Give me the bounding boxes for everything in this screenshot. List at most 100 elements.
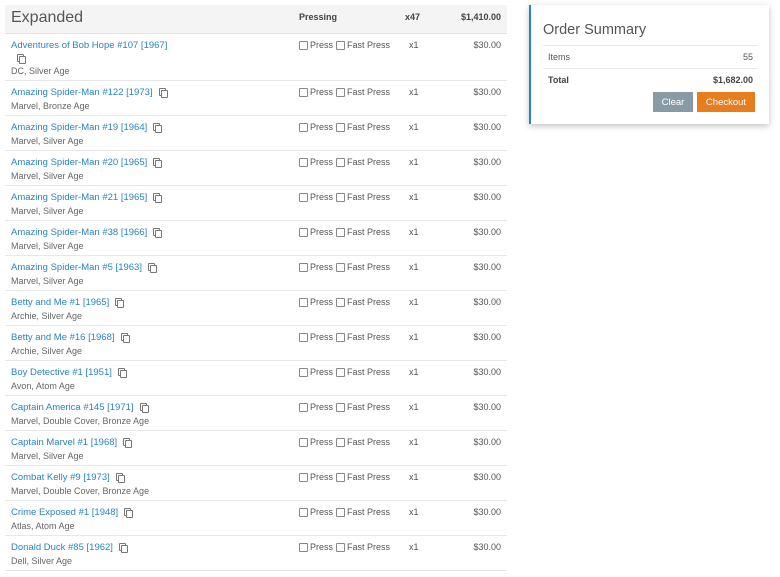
item-title-link[interactable]: Captain America #145 [1971] xyxy=(11,402,149,413)
fast-press-option[interactable]: Fast Press xyxy=(336,367,390,377)
copy-icon[interactable] xyxy=(117,368,127,378)
copy-icon[interactable] xyxy=(124,508,134,518)
press-option[interactable]: Press xyxy=(299,40,333,50)
fast-press-option[interactable]: Fast Press xyxy=(336,192,390,202)
fast-press-checkbox[interactable] xyxy=(336,332,346,342)
press-option[interactable]: Press xyxy=(299,262,333,272)
copy-icon[interactable] xyxy=(118,543,128,553)
press-option[interactable]: Press xyxy=(299,437,333,447)
item-title-link[interactable]: Donald Duck #85 [1962] xyxy=(11,542,128,553)
fast-press-option[interactable]: Fast Press xyxy=(336,402,390,412)
fast-press-option[interactable]: Fast Press xyxy=(336,542,390,552)
fast-press-checkbox[interactable] xyxy=(336,262,346,272)
fast-press-checkbox[interactable] xyxy=(336,192,346,202)
press-option[interactable]: Press xyxy=(299,157,333,167)
fast-press-checkbox[interactable] xyxy=(336,40,346,50)
item-title-link[interactable]: Amazing Spider-Man #21 [1965] xyxy=(11,192,163,203)
press-option[interactable]: Press xyxy=(299,507,333,517)
fast-press-checkbox[interactable] xyxy=(336,87,346,97)
press-checkbox[interactable] xyxy=(299,297,308,307)
copy-icon[interactable] xyxy=(153,123,163,133)
press-checkbox[interactable] xyxy=(299,437,308,447)
press-checkbox[interactable] xyxy=(299,402,308,412)
copy-icon[interactable] xyxy=(139,403,149,413)
press-option[interactable]: Press xyxy=(299,332,333,342)
fast-press-checkbox[interactable] xyxy=(336,367,346,377)
checkout-button[interactable]: Checkout xyxy=(697,92,755,112)
copy-icon[interactable] xyxy=(120,333,130,343)
fast-press-checkbox[interactable] xyxy=(336,227,346,237)
column-header-total: $1,410.00 xyxy=(460,12,501,22)
item-price: $30.00 xyxy=(473,40,501,50)
copy-icon[interactable] xyxy=(115,298,125,308)
press-checkbox[interactable] xyxy=(299,227,308,237)
press-option[interactable]: Press xyxy=(299,192,333,202)
press-checkbox[interactable] xyxy=(299,332,308,342)
press-checkbox[interactable] xyxy=(299,192,308,202)
press-checkbox[interactable] xyxy=(299,507,308,517)
press-checkbox[interactable] xyxy=(299,472,308,482)
press-option[interactable]: Press xyxy=(299,367,333,377)
item-title-link[interactable]: Combat Kelly #9 [1973] xyxy=(11,472,125,483)
press-checkbox[interactable] xyxy=(299,542,308,552)
fast-press-label: Fast Press xyxy=(347,437,391,447)
fast-press-option[interactable]: Fast Press xyxy=(336,472,390,482)
fast-press-checkbox[interactable] xyxy=(336,157,346,167)
fast-press-checkbox[interactable] xyxy=(336,297,346,307)
fast-press-option[interactable]: Fast Press xyxy=(336,157,390,167)
fast-press-option[interactable]: Fast Press xyxy=(336,122,390,132)
fast-press-checkbox[interactable] xyxy=(336,437,346,447)
press-checkbox[interactable] xyxy=(299,157,308,167)
press-option[interactable]: Press xyxy=(299,227,333,237)
press-option[interactable]: Press xyxy=(299,542,333,552)
fast-press-option[interactable]: Fast Press xyxy=(336,507,390,517)
fast-press-checkbox[interactable] xyxy=(336,472,346,482)
press-label: Press xyxy=(310,157,334,167)
copy-icon[interactable] xyxy=(153,228,163,238)
clear-button[interactable]: Clear xyxy=(653,92,693,112)
fast-press-checkbox[interactable] xyxy=(336,542,346,552)
item-title-link[interactable]: Betty and Me #16 [1968] xyxy=(11,332,130,343)
item-title-link[interactable]: Crime Exposed #1 [1948] xyxy=(11,507,134,518)
item-price: $30.00 xyxy=(473,192,501,202)
copy-icon[interactable] xyxy=(153,158,163,168)
item-title-link[interactable]: Amazing Spider-Man #20 [1965] xyxy=(11,157,163,168)
fast-press-option[interactable]: Fast Press xyxy=(336,227,390,237)
fast-press-checkbox[interactable] xyxy=(336,507,346,517)
copy-icon[interactable] xyxy=(123,438,133,448)
item-price: $30.00 xyxy=(473,542,501,552)
fast-press-option[interactable]: Fast Press xyxy=(336,262,390,272)
press-checkbox[interactable] xyxy=(299,122,308,132)
fast-press-option[interactable]: Fast Press xyxy=(336,297,390,307)
copy-icon[interactable] xyxy=(153,193,163,203)
press-checkbox[interactable] xyxy=(299,87,308,97)
item-title-link[interactable]: Adventures of Bob Hope #107 [1967] xyxy=(11,40,167,64)
press-option[interactable]: Press xyxy=(299,297,333,307)
fast-press-option[interactable]: Fast Press xyxy=(336,437,390,447)
fast-press-option[interactable]: Fast Press xyxy=(336,40,390,50)
copy-icon[interactable] xyxy=(147,263,157,273)
fast-press-checkbox[interactable] xyxy=(336,402,346,412)
summary-total-value: $1,682.00 xyxy=(712,75,753,85)
item-title-link[interactable]: Amazing Spider-Man #38 [1966] xyxy=(11,227,163,238)
press-option[interactable]: Press xyxy=(299,122,333,132)
copy-icon[interactable] xyxy=(158,88,168,98)
item-title-link[interactable]: Amazing Spider-Man #5 [1963] xyxy=(11,262,157,273)
copy-icon[interactable] xyxy=(115,473,125,483)
press-checkbox[interactable] xyxy=(299,262,308,272)
item-quantity: x1 xyxy=(409,402,419,412)
press-option[interactable]: Press xyxy=(299,472,333,482)
item-title-link[interactable]: Amazing Spider-Man #19 [1964] xyxy=(11,122,163,133)
copy-icon[interactable] xyxy=(17,54,26,64)
press-option[interactable]: Press xyxy=(299,87,333,97)
item-title-link[interactable]: Captain Marvel #1 [1968] xyxy=(11,437,133,448)
fast-press-option[interactable]: Fast Press xyxy=(336,87,390,97)
press-option[interactable]: Press xyxy=(299,402,333,412)
item-title-link[interactable]: Amazing Spider-Man #122 [1973] xyxy=(11,87,168,98)
fast-press-option[interactable]: Fast Press xyxy=(336,332,390,342)
press-checkbox[interactable] xyxy=(299,367,308,377)
item-title-link[interactable]: Boy Detective #1 [1951] xyxy=(11,367,127,378)
press-checkbox[interactable] xyxy=(299,40,308,50)
fast-press-checkbox[interactable] xyxy=(336,122,346,132)
item-title-link[interactable]: Betty and Me #1 [1965] xyxy=(11,297,125,308)
